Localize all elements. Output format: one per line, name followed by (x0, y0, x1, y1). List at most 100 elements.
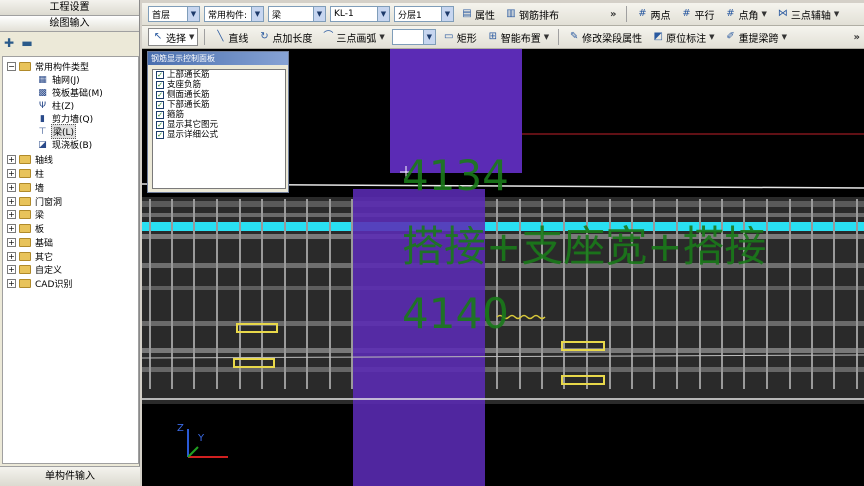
three-point-arc-button[interactable]: ⌒ 三点画弧 ▼ (319, 28, 387, 46)
option-label: 显示其它图元 (167, 120, 219, 130)
option-stirrups[interactable]: ✓ 箍筋 (153, 110, 285, 120)
two-point-button[interactable]: # 两点 (633, 5, 673, 23)
line-button[interactable]: ╲ 直线 (211, 28, 251, 46)
tree-node-label: 轴网(J) (52, 76, 80, 86)
three-point-axis-label: 三点辅轴 (790, 10, 831, 22)
chevron-down-icon: ▼ (422, 30, 435, 44)
modify-beam-attributes-button[interactable]: ✎ 修改梁段属性 (565, 28, 645, 46)
folder-icon (19, 169, 31, 178)
checkbox-checked-icon[interactable]: ✓ (156, 81, 164, 89)
collapse-all-icon[interactable]: ▬ (20, 36, 34, 50)
toolbar-overflow-icon[interactable]: » (850, 32, 864, 43)
layer-select[interactable]: 分层1 ▼ (394, 6, 454, 22)
tree-group-custom[interactable]: + 自定义 (7, 263, 63, 276)
tree-node-common-types[interactable]: − 常用构件类型 (7, 60, 90, 73)
rectangle-label: 矩形 (456, 33, 477, 45)
tree-group-axis[interactable]: + 轴线 (7, 153, 54, 166)
checkbox-checked-icon[interactable]: ✓ (156, 111, 164, 119)
chevron-down-icon: ▼ (709, 33, 715, 41)
parallel-button[interactable]: # 平行 (677, 5, 717, 23)
rebar-layout-icon: ▥ (506, 8, 516, 19)
tree-group-wall[interactable]: + 墙 (7, 181, 45, 194)
tab-project-settings[interactable]: 工程设置 (0, 0, 139, 16)
tree-node-grid[interactable]: ▦ 轴网(J) (37, 73, 81, 87)
attributes-button[interactable]: ▤ 属性 (458, 5, 498, 23)
collapse-icon[interactable]: − (7, 62, 16, 71)
draw-toolbar: ↖ 选择 ▼ ╲ 直线 ↻ 点加长度 ⌒ 三点画弧 ▼ ▼ ▭ 矩形 ⊞ 智能布置 ▼ ✎ 修改梁段… (142, 26, 864, 49)
original-annotation-button[interactable]: ◩ 原位标注 ▼ (649, 28, 717, 46)
expand-icon[interactable]: + (7, 265, 16, 274)
expand-icon[interactable]: + (7, 224, 16, 233)
expand-icon[interactable]: + (7, 183, 16, 192)
floor-value: 首层 (152, 10, 171, 21)
toolbar-overflow-icon[interactable]: » (606, 9, 620, 20)
tree-group-beam[interactable]: + 梁 (7, 208, 45, 221)
tree-group-slab[interactable]: + 板 (7, 222, 45, 235)
component-name-select[interactable]: KL-1 ▼ (330, 6, 390, 22)
component-name-value: KL-1 (334, 9, 354, 19)
tree-group-openings[interactable]: + 门窗洞 (7, 195, 63, 208)
point-length-icon: ↻ (260, 31, 269, 42)
three-point-axis-button[interactable]: ⋈ 三点辅轴 ▼ (774, 5, 842, 23)
checkbox-checked-icon[interactable]: ✓ (156, 131, 164, 139)
option-support-negative-rebar[interactable]: ✓ 支座负筋 (153, 80, 285, 90)
option-bottom-continuous-rebar[interactable]: ✓ 下部通长筋 (153, 100, 285, 110)
chevron-down-icon: ▼ (379, 33, 385, 41)
point-angle-label: 点角 (738, 10, 759, 22)
tree-group-foundation[interactable]: + 基础 (7, 236, 54, 249)
rebar-layout-button[interactable]: ▥ 钢筋排布 (502, 5, 562, 23)
recompute-span-icon: ✐ (726, 31, 735, 42)
point-length-button[interactable]: ↻ 点加长度 (255, 28, 315, 46)
toolbar-separator (204, 29, 206, 45)
rectangle-button[interactable]: ▭ 矩形 (440, 28, 480, 46)
floor-select[interactable]: 首层 ▼ (148, 6, 200, 22)
tree-node-column[interactable]: Ψ 柱(Z) (37, 99, 75, 113)
attributes-label: 属性 (475, 10, 495, 22)
chevron-down-icon: ▼ (189, 33, 195, 41)
option-show-other-elements[interactable]: ✓ 显示其它图元 (153, 120, 285, 130)
checkbox-checked-icon[interactable]: ✓ (156, 101, 164, 109)
line-icon: ╲ (217, 31, 224, 42)
expand-icon[interactable]: + (7, 252, 16, 261)
dimension-text-4140: 4140 (402, 289, 509, 338)
expand-icon[interactable]: + (7, 197, 16, 206)
expand-icon[interactable]: + (7, 155, 16, 164)
tree-node-beam[interactable]: ⊤ 梁(L) (37, 124, 77, 139)
select-button[interactable]: ↖ 选择 ▼ (148, 28, 199, 46)
component-value: 梁 (272, 10, 282, 21)
expand-icon[interactable]: + (7, 169, 16, 178)
expand-icon[interactable]: + (7, 210, 16, 219)
two-point-label: 两点 (650, 10, 671, 22)
arc-option-select[interactable]: ▼ (391, 29, 436, 45)
tab-drawing-input[interactable]: 绘图输入 (0, 16, 139, 32)
folder-icon (19, 62, 31, 71)
tree-node-raft-foundation[interactable]: ▩ 筏板基础(M) (37, 86, 104, 100)
tree-node-label: 梁 (35, 211, 45, 221)
component-type-select[interactable]: 常用构件: ▼ (204, 6, 264, 22)
parallel-label: 平行 (694, 10, 715, 22)
tree-group-other[interactable]: + 其它 (7, 250, 54, 263)
tree-group-cad-recognition[interactable]: + CAD识别 (7, 277, 73, 290)
tree-group-column[interactable]: + 柱 (7, 167, 45, 180)
component-select[interactable]: 梁 ▼ (268, 6, 326, 22)
checkbox-checked-icon[interactable]: ✓ (156, 121, 164, 129)
expand-all-icon[interactable]: ✚ (2, 36, 16, 50)
option-top-continuous-rebar[interactable]: ✓ 上部通长筋 (153, 70, 285, 80)
checkbox-checked-icon[interactable]: ✓ (156, 71, 164, 79)
tree-node-slab[interactable]: ◪ 现浇板(B) (37, 138, 93, 152)
chevron-down-icon: ▼ (251, 7, 263, 21)
checkbox-checked-icon[interactable]: ✓ (156, 91, 164, 99)
shear-wall-icon: ▮ (40, 113, 45, 124)
option-show-detailed-formula[interactable]: ✓ 显示详细公式 (153, 130, 285, 140)
tab-single-component-input[interactable]: 单构件输入 (0, 466, 140, 486)
parallel-axis-icon: # (682, 8, 691, 19)
expand-icon[interactable]: + (7, 279, 16, 288)
tree-node-label: 筏板基础(M) (52, 89, 103, 99)
expand-icon[interactable]: + (7, 238, 16, 247)
point-angle-button[interactable]: # 点角 ▼ (721, 5, 769, 23)
arc-icon: ⌒ (323, 31, 334, 42)
option-side-continuous-rebar[interactable]: ✓ 侧面通长筋 (153, 90, 285, 100)
smart-layout-button[interactable]: ⊞ 智能布置 ▼ (484, 28, 552, 46)
recompute-span-button[interactable]: ✐ 重提梁跨 ▼ (722, 28, 790, 46)
option-label: 下部通长筋 (167, 100, 210, 110)
